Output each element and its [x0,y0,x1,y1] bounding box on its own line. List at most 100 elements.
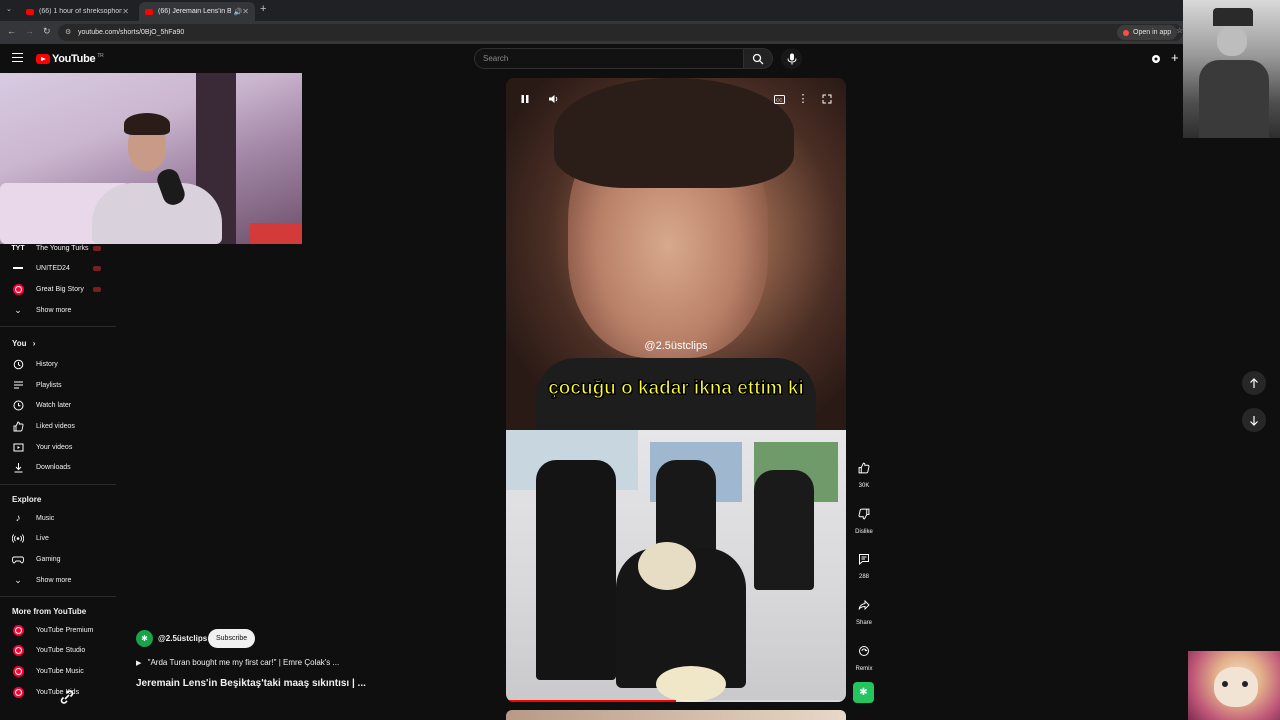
united24-icon [12,262,24,274]
video-title[interactable]: Jeremain Lens'in Beşiktaş'taki maaş sıkı… [136,678,366,689]
tab-shreksophone[interactable]: (66) 1 hour of shreksophone - Y ✕ [20,2,135,21]
video-progress-bar[interactable] [506,700,846,702]
youtube-music-icon [12,665,24,677]
channel-logo-icon: ✱ [141,634,148,643]
sidebar-item-youtube-studio[interactable]: YouTube Studio [0,640,118,660]
youtube-logo[interactable]: YouTube TR [36,53,104,65]
tab-title: (66) Jeremain Lens'in Beşikt [158,8,231,15]
youtube-studio-icon [12,644,24,656]
remix-icon [853,640,875,662]
close-tab-icon[interactable]: ✕ [242,7,249,16]
overlay-face [1217,26,1247,56]
sidebar-item-history[interactable]: History [0,354,118,374]
sidebar-item-youtube-music[interactable]: YouTube Music [0,661,118,681]
subscribe-button[interactable]: Subscribe [208,629,256,648]
sidebar-item-label: Gaming [36,555,61,563]
sidebar-item-label: The Young Turks [36,244,89,252]
channel-handle[interactable]: @2.5üstclips [158,634,207,643]
sidebar: TYT The Young Turks UNITED24 Great Big S… [0,244,118,720]
sidebar-item-the-young-turks[interactable]: TYT The Young Turks [0,238,118,258]
remix-button[interactable]: Remix [851,640,877,672]
sidebar-item-youtube-premium[interactable]: YouTube Premium [0,620,118,640]
search-icon [752,53,764,64]
volume-button[interactable] [546,92,560,106]
download-icon [12,461,24,473]
sidebar-item-label: Liked videos [36,422,75,430]
like-button[interactable]: 30K [851,457,877,489]
sidebar-divider [0,596,116,597]
fullscreen-icon [822,94,832,104]
sidebar-item-watch-later[interactable]: Watch later [0,395,118,415]
youtube-logo-text: YouTube [52,53,96,65]
overlay-cat-eye [1242,681,1248,687]
overlay-hat [1213,8,1253,26]
gaming-icon [12,553,24,565]
back-icon[interactable]: ← [7,26,16,36]
sidebar-item-label: Downloads [36,463,71,471]
sidebar-item-downloads[interactable]: Downloads [0,457,118,477]
sidebar-item-label: Watch later [36,401,72,409]
video-cake [656,666,726,702]
chevron-down-icon: ⌄ [14,574,22,585]
new-tab-button[interactable]: + [260,3,266,15]
captions-button[interactable]: CC [772,92,786,106]
sidebar-heading-you[interactable]: You › [12,339,35,348]
previous-short-button[interactable] [1242,371,1266,395]
show-more-label: Show more [36,306,72,314]
add-icon[interactable]: + [1171,50,1179,65]
channel-audio-thumbnail[interactable]: ✱ [853,682,874,703]
sidebar-item-your-videos[interactable]: Your videos [0,437,118,457]
sidebar-item-live[interactable]: Live [0,528,118,548]
tab-jeremain-lens[interactable]: (66) Jeremain Lens'in Beşikt 🔊 ✕ [139,2,255,21]
sidebar-item-great-big-story[interactable]: Great Big Story [0,279,118,299]
open-in-app-button[interactable]: Open in app [1117,25,1178,40]
youtube-kids-icon [12,686,24,698]
next-short-preview[interactable] [506,710,846,720]
sidebar-item-music[interactable]: ♪ Music [0,508,118,528]
sidebar-item-label: Music [36,514,55,522]
video-watermark: @2.5üstclips [644,340,708,352]
sidebar-item-label: Great Big Story [36,285,84,293]
search-button[interactable] [743,48,773,69]
watch-later-icon [12,399,24,411]
shorts-video-player[interactable]: CC ⋮ @2.5üstclips çocuğu o kadar ikna et… [506,78,846,702]
tab-list-chevron-icon[interactable]: ⌄ [6,5,12,13]
sidebar-item-united24[interactable]: UNITED24 [0,258,118,278]
sidebar-item-label: UNITED24 [36,264,70,272]
share-label: Share [855,620,872,626]
reload-icon[interactable]: ↻ [43,26,51,37]
forward-icon[interactable]: → [25,26,34,36]
sidebar-show-more-explore[interactable]: ⌄ Show more [0,570,118,590]
url-field[interactable]: ⚙ youtube.com/shorts/0BjO_5hFa90 [58,24,1183,41]
audio-playing-icon[interactable]: 🔊 [234,8,243,16]
sidebar-item-liked-videos[interactable]: Liked videos [0,416,118,436]
fullscreen-button[interactable] [820,92,834,106]
thumbs-up-icon [853,457,875,479]
sidebar-item-playlists[interactable]: Playlists [0,375,118,395]
dislike-button[interactable]: Dislike [851,503,877,535]
menu-hamburger-icon[interactable] [12,53,23,62]
play-icon: ▶ [136,660,142,667]
share-button[interactable]: Share [851,594,877,626]
next-short-button[interactable] [1242,408,1266,432]
sidebar-show-more-subscriptions[interactable]: ⌄ Show more [0,300,118,320]
video-progress-fill [506,700,676,702]
svg-text:CC: CC [776,97,783,102]
sidebar-heading-more-from-youtube: More from YouTube [12,607,87,616]
voice-search-button[interactable] [781,48,802,69]
history-icon [12,358,24,370]
video-player-figure [536,460,616,680]
close-tab-icon[interactable]: ✕ [122,7,129,16]
search-input[interactable]: Search [474,48,744,69]
pause-button[interactable] [518,92,532,106]
link-icon [60,690,74,704]
comments-button[interactable]: 288 [851,548,877,580]
related-video-link[interactable]: ▶ "Arda Turan bought me my first car!" |… [136,658,339,667]
youtube-premium-icon [12,624,24,636]
sidebar-item-gaming[interactable]: Gaming [0,549,118,569]
site-info-icon[interactable]: ⚙ [65,28,71,36]
sidebar-heading-explore: Explore [12,495,42,504]
channel-avatar[interactable]: ✱ [136,630,153,647]
create-icon[interactable] [1150,53,1162,65]
more-options-button[interactable]: ⋮ [796,92,810,106]
